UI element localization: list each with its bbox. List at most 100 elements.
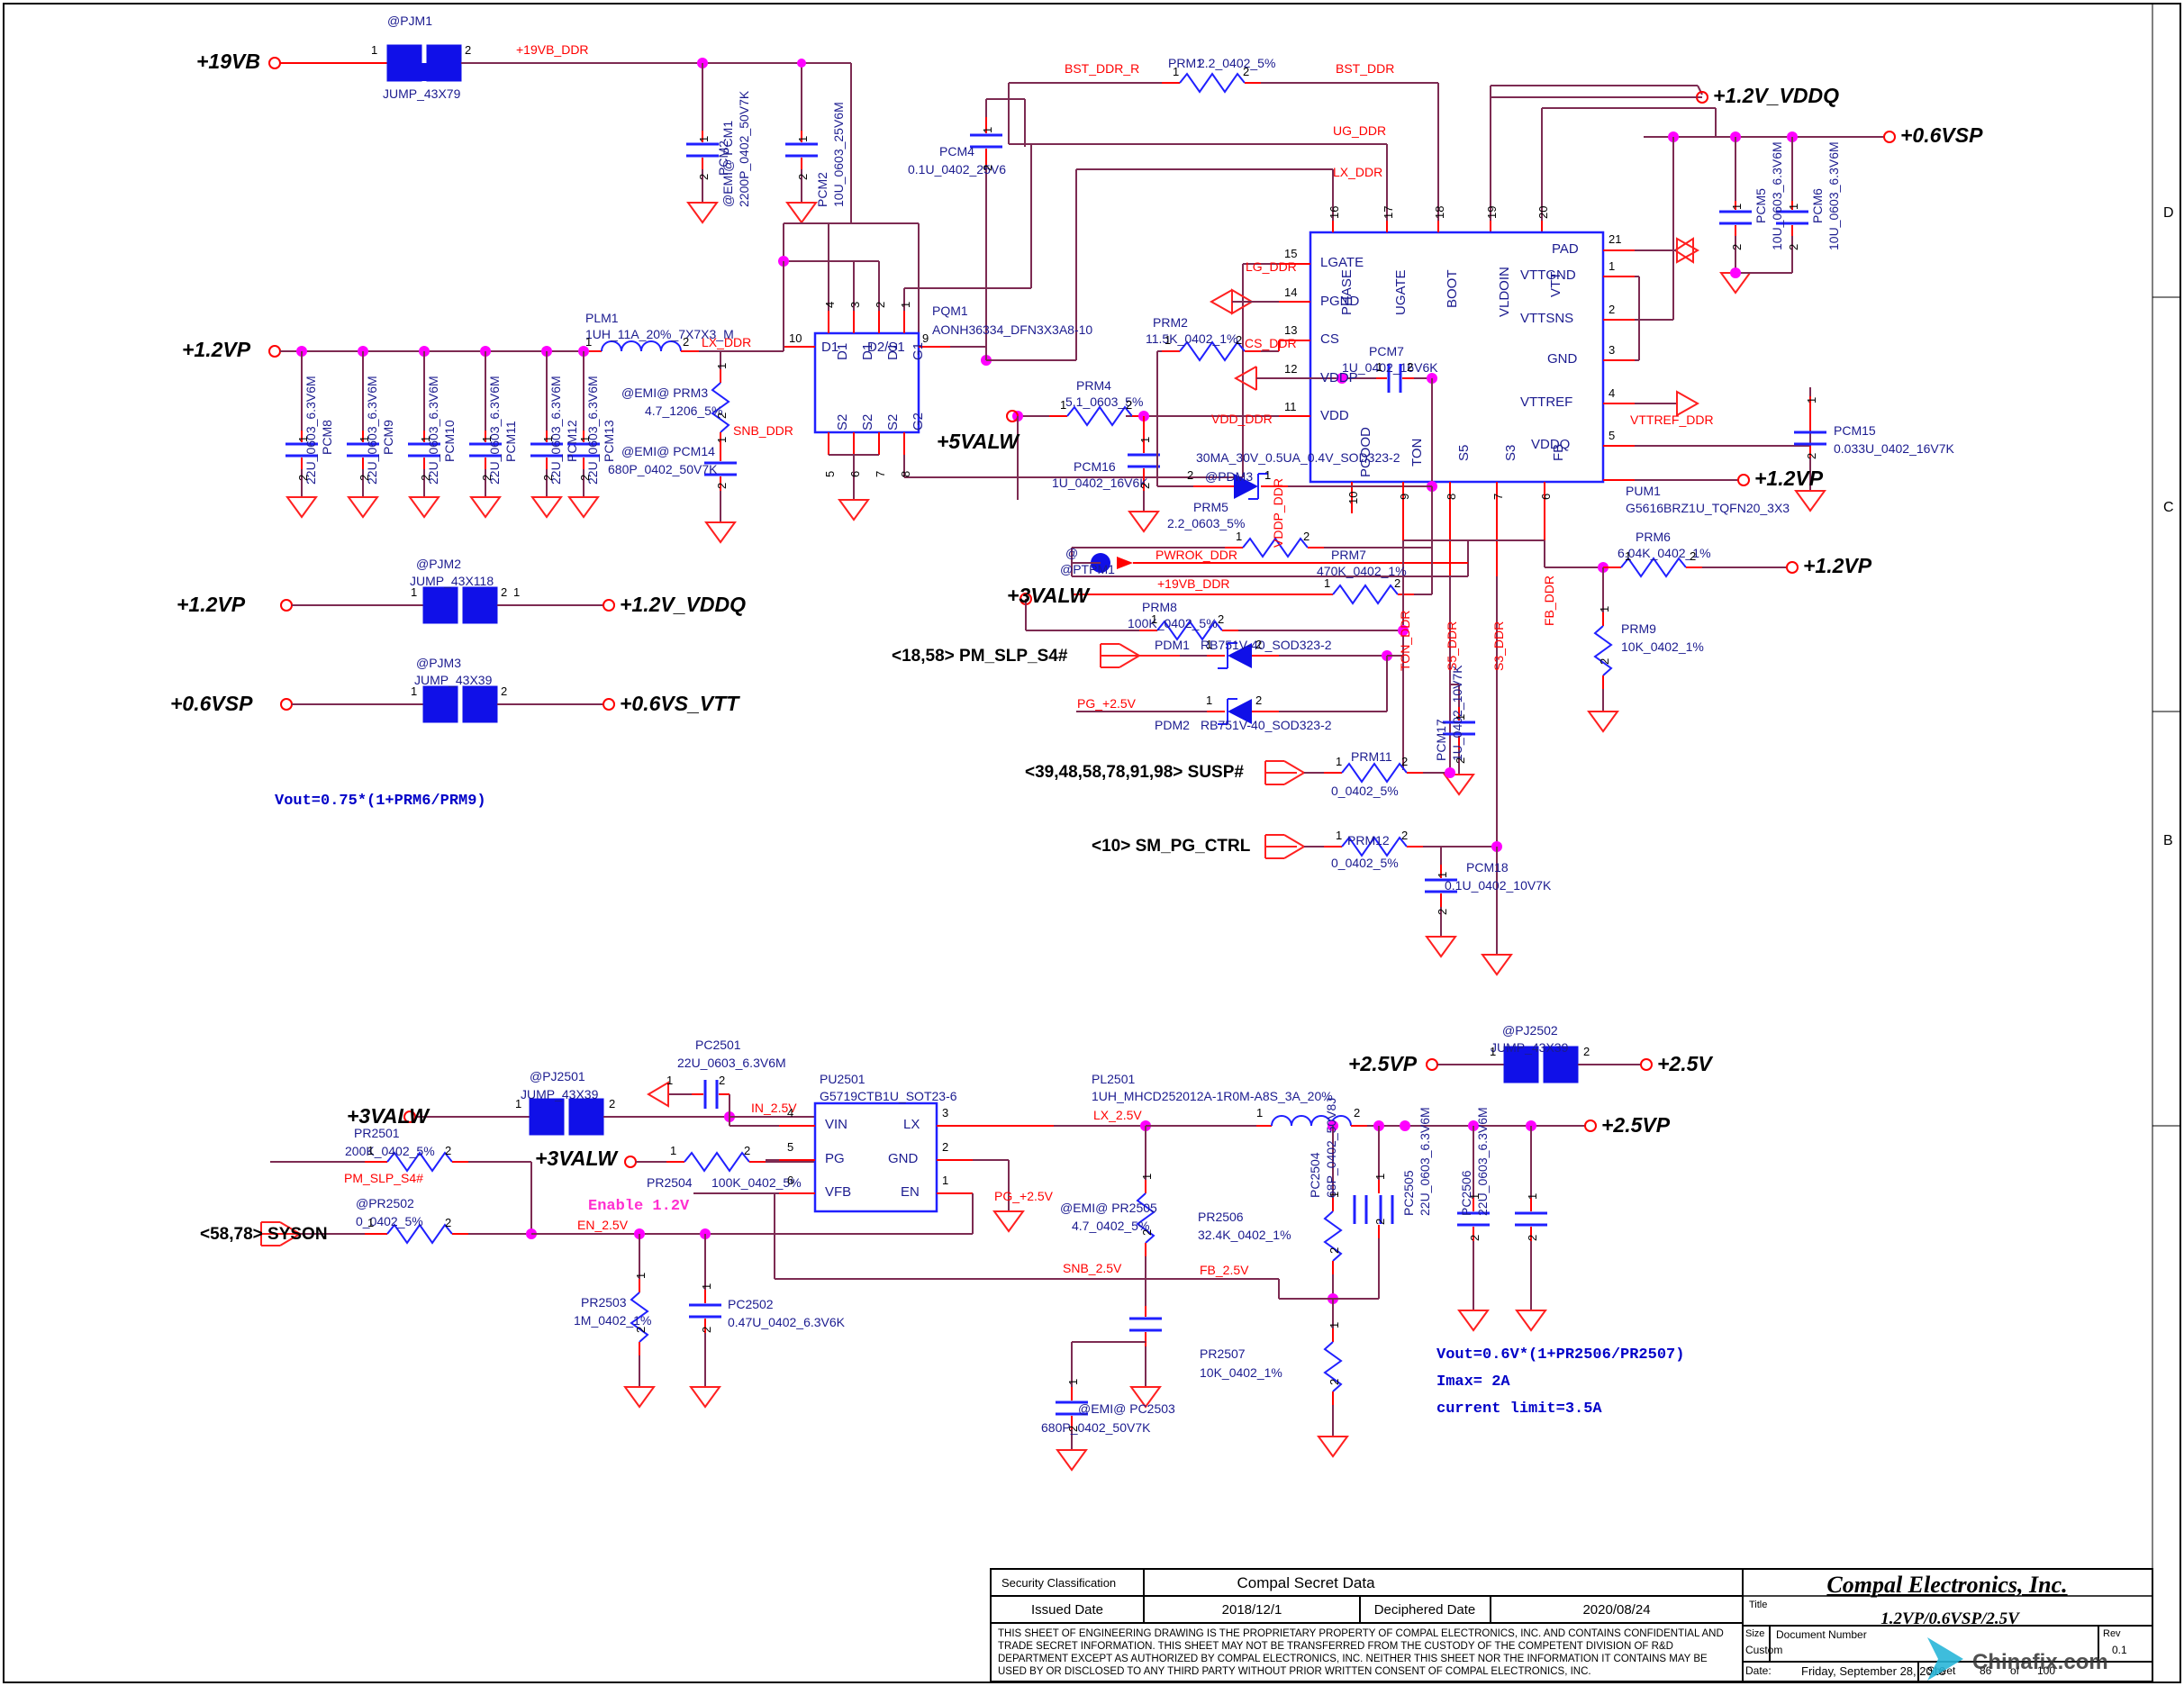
pin-prm5-1: 1 [1236, 530, 1243, 543]
pin-pc2506-2: 2 [1526, 1234, 1539, 1241]
pin-pdm2-1: 1 [1206, 693, 1213, 707]
refdes-pr2503: PR2503 [581, 1295, 627, 1310]
port-sm-pg-ctrl[interactable]: <10> SM_PG_CTRL [1092, 837, 1250, 857]
pum1-num-20: 20 [1536, 205, 1550, 219]
value-prm11: 0_0402_5% [1331, 784, 1399, 798]
value-pcm2: 10U_0603_25V6M [831, 102, 846, 207]
rail-3valw-mid: +3VALW [1007, 584, 1089, 607]
value-pcm9: 22U_0603_6.3V6M [365, 376, 379, 485]
pin-prm6-1: 1 [1625, 549, 1632, 563]
tb-size-value: Custom [1745, 1644, 1783, 1656]
refdes-pcm8: PCM8 [320, 420, 334, 455]
value-prm5: 2.2_0603_5% [1167, 516, 1246, 530]
pu2501-num-3: 3 [942, 1106, 949, 1119]
pin-pcm4-1: 1 [981, 126, 994, 133]
tb-disclaimer: THIS SHEET OF ENGINEERING DRAWING IS THE… [998, 1628, 1724, 1677]
pum1-pin-gnd: GND [1547, 351, 1578, 367]
pqm1-num-1: 1 [899, 301, 912, 308]
value-prm2: 11.5K_0402_1% [1146, 331, 1238, 346]
rail-25vp-out: +2.5VP [1601, 1113, 1671, 1137]
net-pm-slp-s4-b: PM_SLP_S4# [344, 1171, 423, 1185]
pqm1-num-10: 10 [789, 331, 802, 345]
refdes-pr2505: @EMI@ PR2505 [1060, 1201, 1157, 1215]
net-vddp-ddr: VDDP_DDR [1271, 477, 1285, 548]
rail-12v-vddq-out: +1.2V_VDDQ [1713, 84, 1839, 107]
refdes-pum1: PUM1 [1626, 484, 1661, 498]
tb-issued-value: 2018/12/1 [1221, 1602, 1282, 1618]
pin-pjm3-2: 2 [501, 684, 508, 698]
pu2501-pin-lx: LX [903, 1117, 920, 1132]
pqm1-pin-s2-c: S2 [885, 413, 901, 431]
pin-pc2504-2: 2 [1373, 1218, 1387, 1225]
value-pu2501: G5719CTB1U_SOT23-6 [820, 1089, 957, 1103]
schematic-sheet: .w{stroke:#7d2b52;stroke-width:2;fill:no… [0, 0, 2184, 1686]
pum1-pin-vldoin: VLDOIN [1497, 267, 1512, 317]
refdes-pj2502: @PJ2502 [1502, 1023, 1558, 1038]
pum1-num-2: 2 [1609, 303, 1616, 316]
value-pcm14: 680P_0402_50V7K [608, 462, 718, 476]
note-25v-formula-1: Vout=0.6V*(1+PR2506/PR2507) [1436, 1346, 1685, 1364]
note-enable-12v: Enable 1.2V [588, 1198, 690, 1215]
pum1-pin-s3: S3 [1503, 444, 1518, 461]
rail-12vp-fb: +1.2VP [1803, 554, 1872, 577]
refdes-pcm2b: PCM2 [815, 172, 829, 207]
pin-pr2507-1: 1 [1328, 1321, 1341, 1328]
port-pm-slp-s4[interactable]: <18,58> PM_SLP_S4# [892, 647, 1067, 666]
refdes-pcm16: PCM16 [1074, 459, 1116, 474]
pin-pcm15-2: 2 [1805, 452, 1818, 459]
refdes-pu2501: PU2501 [820, 1072, 865, 1086]
net-pwrok-ddr: PWROK_DDR [1155, 548, 1238, 562]
pin-pcm14-2: 2 [715, 482, 729, 489]
value-pcm1: 2200P_0402_50V7K [737, 90, 751, 207]
pin-pcm18-2: 2 [1436, 908, 1449, 915]
refdes-pc2503: @EMI@ PC2503 [1078, 1401, 1175, 1416]
pqm1-pin-d2s1: D2/S1 [867, 340, 905, 355]
pin-pcm15-1: 1 [1805, 396, 1818, 403]
pin-pdm2-2: 2 [1255, 693, 1263, 707]
pin-pcm11-1: 1 [480, 435, 494, 442]
pin-pr2507-2: 2 [1328, 1378, 1341, 1385]
pin-pcm13-2: 2 [578, 474, 592, 481]
refdes-prm2: PRM2 [1153, 315, 1188, 330]
pin-pdm3-2: 2 [1187, 468, 1194, 482]
pin-pc2503-1: 1 [1066, 1378, 1080, 1385]
pin-prm7-1: 1 [1324, 576, 1331, 590]
rail-12v-vddq-jm2-out: +1.2V_VDDQ [620, 593, 746, 616]
value-pc2502: 0.47U_0402_6.3V6K [728, 1315, 845, 1329]
value-pcm10: 22U_0603_6.3V6M [426, 376, 440, 485]
pin-pr2506-2: 2 [1328, 1246, 1341, 1254]
pum1-num-3: 3 [1609, 343, 1616, 357]
pin-pj2502-2: 2 [1583, 1045, 1590, 1058]
net-cs-ddr: CS_DDR [1245, 336, 1297, 350]
pin-pc2502-1: 1 [700, 1283, 713, 1290]
rail-5valw: +5VALW [937, 430, 1019, 453]
value-pcm17: 1U_0402_10V7K [1450, 665, 1464, 761]
pu2501-pin-en: EN [901, 1184, 920, 1200]
value-prm1: 2.2_0402_5% [1198, 56, 1276, 70]
pum1-pin-vttsns: VTTSNS [1520, 311, 1574, 326]
rail-06vsp-jm3: +0.6VSP [170, 692, 253, 715]
pin-prm9-1: 1 [1598, 605, 1611, 612]
net-lg-ddr: LG_DDR [1246, 259, 1297, 274]
pin-pc2501-1: 1 [666, 1074, 674, 1087]
port-syson[interactable]: <58,78> SYSON [200, 1225, 328, 1245]
zone-label-c: C [2163, 500, 2174, 515]
pin-pjm1-2: 2 [465, 43, 472, 57]
pin-pj2502-1: 1 [1490, 1045, 1497, 1058]
pin-pcm5-1: 1 [1730, 203, 1744, 210]
pin-pjm2-1b: 1 [411, 585, 418, 599]
net-snb-ddr: SNB_DDR [733, 423, 793, 438]
rail-06vs-vtt-out: +0.6VS_VTT [620, 692, 739, 715]
pum1-pin-vddp: VDDP [1320, 370, 1358, 385]
refdes-prm9: PRM9 [1621, 621, 1656, 636]
net-vdd-ddr: VDD_DDR [1211, 412, 1273, 426]
net-vttref-ddr: VTTREF_DDR [1630, 412, 1714, 427]
refdes-pdm1: PDM1 [1155, 638, 1190, 652]
pum1-pin-boot: BOOT [1445, 269, 1460, 308]
pin-pcm9-2: 2 [358, 474, 371, 481]
pin-pcm1-1: 1 [697, 135, 711, 142]
value-pj2502: JUMP_43X39 [1491, 1040, 1569, 1055]
port-susp[interactable]: <39,48,58,78,91,98> SUSP# [1025, 763, 1244, 783]
pin-pr2501-2: 2 [445, 1144, 452, 1157]
tb-date-value: Friday, September 28, 2018 [1801, 1664, 1946, 1678]
